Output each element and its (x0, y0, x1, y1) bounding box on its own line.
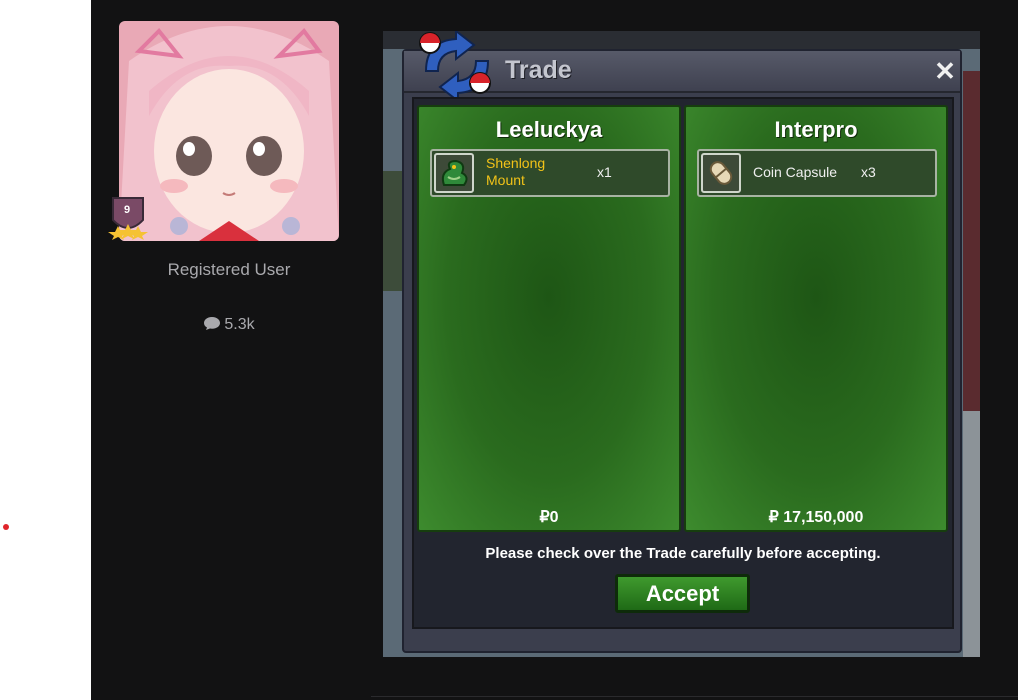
trade-panel-left: Leeluckya Shenlong Mount x1 ₽0 (417, 105, 681, 532)
rank-shield-icon (108, 197, 148, 240)
left-item-slot[interactable]: Shenlong Mount x1 (430, 149, 670, 197)
trade-title: Trade (505, 56, 572, 84)
trade-panel-right: Interpro Coin Capsule x3 ₽ 17,150,000 (684, 105, 948, 532)
left-player-name: Leeluckya (495, 117, 603, 142)
accept-button[interactable]: Accept (615, 574, 750, 613)
avatar-image (119, 21, 339, 241)
post-count-value: 5.3k (224, 316, 255, 333)
user-title: Registered User (167, 260, 291, 279)
avatar[interactable] (119, 21, 339, 241)
right-item-name: Coin Capsule (753, 164, 838, 180)
comment-icon (203, 316, 221, 336)
game-right-strip (963, 71, 980, 411)
rank-level: 9 (123, 204, 131, 216)
trade-logo-icon (418, 28, 496, 104)
right-item-quantity: x3 (861, 164, 876, 180)
rank-badge: 9 (108, 196, 148, 240)
right-money: ₽ 17,150,000 (768, 509, 864, 526)
shenlong-mount-icon (434, 153, 474, 193)
trade-notice: Please check over the Trade carefully be… (485, 545, 881, 562)
right-player-name: Interpro (774, 117, 858, 142)
divider (371, 696, 1018, 697)
game-left-strip (383, 171, 402, 291)
post-count[interactable]: 5.3k (119, 316, 339, 336)
right-item-slot[interactable]: Coin Capsule x3 (697, 149, 937, 197)
left-money: ₽0 (539, 509, 559, 526)
game-right-lower-strip (963, 411, 980, 657)
coin-capsule-icon (701, 153, 741, 193)
marker-dot (3, 524, 9, 530)
left-item-quantity: x1 (597, 164, 612, 180)
close-button[interactable]: ✕ (932, 58, 958, 84)
left-item-name: Shenlong Mount (486, 155, 546, 188)
